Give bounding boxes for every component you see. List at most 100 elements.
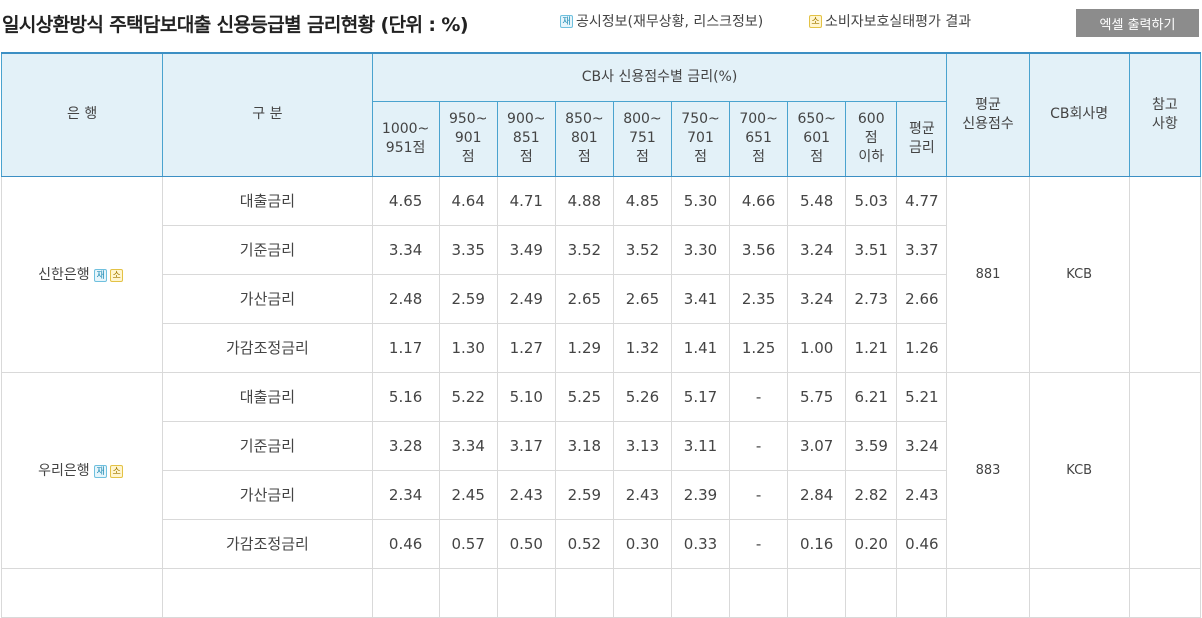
note-cell	[1128, 371, 1202, 569]
rate-table: 은 행 구 분 CB사 신용점수별 금리(%) 평균 신용점수 CB회사명 참고 사…	[0, 52, 1202, 618]
band-label-line: 701	[687, 130, 714, 146]
band-label-line: 801	[570, 130, 598, 146]
empty-cell	[787, 567, 847, 618]
band-label-line: 851	[512, 130, 540, 146]
col-header-band: 1000~ 951점	[371, 100, 440, 177]
rate-value-cell: 1.30	[438, 322, 498, 373]
empty-cell	[729, 567, 789, 618]
band-label-line: 1000~	[381, 120, 430, 137]
rate-type-cell: 기준금리	[162, 224, 373, 275]
legend-consumer-label: 소비자보호실태평가 결과	[825, 14, 972, 30]
rate-value-cell: 4.65	[371, 175, 440, 226]
rate-value-cell: 3.34	[438, 420, 498, 471]
consumer-badge-icon[interactable]: 소	[110, 464, 124, 478]
rate-value-cell: 3.49	[496, 224, 556, 275]
rate-value-cell: 0.57	[438, 518, 498, 569]
band-label-line: 점	[694, 149, 707, 165]
rate-value-cell: 2.49	[496, 273, 556, 324]
rate-value-cell: 5.30	[670, 175, 731, 226]
col-header-avg-score: 평균 신용점수	[946, 52, 1030, 177]
disclosure-badge-icon[interactable]: 재	[94, 268, 108, 282]
rate-value-cell: 3.18	[554, 420, 614, 471]
rate-value-cell: 1.25	[729, 322, 789, 373]
empty-cell	[896, 567, 948, 618]
band-label-line: 점	[810, 149, 824, 165]
rate-value-cell: 4.77	[896, 175, 948, 226]
rate-type-cell: 기준금리	[162, 420, 373, 471]
rate-value-cell: 2.43	[612, 469, 672, 520]
col-header-band: 600 점 이하	[845, 100, 898, 177]
rate-value-cell: 2.65	[554, 273, 614, 324]
rate-value-cell: 3.59	[845, 420, 898, 471]
rate-value-cell: 2.73	[845, 273, 898, 324]
rate-value-cell: 5.16	[371, 371, 440, 422]
rate-value-cell: 3.52	[554, 224, 614, 275]
rate-value-cell: 2.48	[371, 273, 440, 324]
rate-type-cell: 대출금리	[162, 371, 373, 422]
col-header-band: 650~ 601 점	[787, 100, 847, 177]
band-label-line: 750~	[681, 111, 720, 127]
band-label-line: 650~	[797, 111, 836, 127]
table-header: 은 행 구 분 CB사 신용점수별 금리(%) 평균 신용점수 CB회사명 참고 사…	[0, 52, 1202, 177]
excel-export-button[interactable]: 엑셀 출력하기	[1076, 9, 1199, 37]
rate-value-cell: 0.33	[670, 518, 731, 569]
table-body: 신한은행 재 소 대출금리 4.65 4.64 4.71 4.88 4.85 5.30 4.66 5…	[0, 175, 1202, 618]
rate-value-cell: 1.00	[787, 322, 847, 373]
empty-cell	[845, 567, 898, 618]
rate-value-cell: 3.24	[787, 224, 847, 275]
rate-value-cell: 2.84	[787, 469, 847, 520]
rate-value-cell: 1.17	[371, 322, 440, 373]
empty-cell	[0, 567, 164, 618]
rate-value-cell: 3.51	[845, 224, 898, 275]
rate-value-cell: 5.48	[787, 175, 847, 226]
col-header-score-group: CB사 신용점수별 금리(%)	[371, 52, 948, 102]
rate-value-cell: 3.07	[787, 420, 847, 471]
col-header-cb-company: CB회사명	[1028, 52, 1130, 177]
rate-value-cell: 3.37	[896, 224, 948, 275]
rate-value-cell: 5.03	[845, 175, 898, 226]
rate-value-cell: 3.13	[612, 420, 672, 471]
rate-value-cell: 3.41	[670, 273, 731, 324]
empty-cell	[1128, 567, 1202, 618]
rate-value-cell: 3.17	[496, 420, 556, 471]
legend-disclosure-label: 공시정보(재무상황, 리스크정보)	[576, 14, 764, 30]
table-row: 신한은행 재 소 대출금리 4.65 4.64 4.71 4.88 4.85 5.30 4.66 5…	[0, 175, 1202, 373]
col-header-band: 750~ 701 점	[670, 100, 731, 177]
rate-type-cell: 가감조정금리	[162, 322, 373, 373]
rate-value-cell: 1.29	[554, 322, 614, 373]
rate-value-cell: 6.21	[845, 371, 898, 422]
rate-value-cell: 2.39	[670, 469, 731, 520]
band-label-line: 900~	[507, 111, 546, 127]
rate-value-cell: 2.45	[438, 469, 498, 520]
band-label-line: 950~	[448, 111, 488, 127]
note-header-line: 사항	[1151, 115, 1178, 132]
rate-value-cell: -	[729, 420, 789, 471]
empty-cell	[438, 567, 498, 618]
rate-value-cell: 3.28	[371, 420, 440, 471]
band-label-line: 금리	[909, 139, 935, 156]
consumer-badge-icon[interactable]: 소	[110, 268, 124, 282]
rate-value-cell: 1.21	[845, 322, 898, 373]
band-label-line: 901	[454, 130, 482, 146]
page-title: 일시상환방식 주택담보대출 신용등급별 금리현황 (단위 : %)	[2, 14, 469, 36]
band-label-line: 850~	[565, 111, 604, 127]
empty-cell	[1028, 567, 1130, 618]
rate-value-cell: 3.56	[729, 224, 789, 275]
note-header-line: 참고	[1151, 96, 1178, 113]
band-label-line: 점	[577, 149, 591, 165]
rate-value-cell: 3.35	[438, 224, 498, 275]
empty-cell	[371, 567, 440, 618]
rate-value-cell: -	[729, 469, 789, 520]
col-header-band: 950~ 901 점	[438, 100, 498, 177]
rate-value-cell: 3.30	[670, 224, 731, 275]
avg-score-cell: 881	[946, 175, 1030, 373]
empty-cell	[612, 567, 672, 618]
rate-value-cell: 5.25	[554, 371, 614, 422]
rate-value-cell: 2.82	[845, 469, 898, 520]
rate-type-cell: 가산금리	[162, 273, 373, 324]
bank-cell: 신한은행 재소	[0, 175, 164, 373]
disclosure-badge-icon[interactable]: 재	[94, 464, 108, 478]
rate-value-cell: 0.46	[371, 518, 440, 569]
empty-cell	[946, 567, 1030, 618]
col-header-band: 850~ 801 점	[554, 100, 614, 177]
